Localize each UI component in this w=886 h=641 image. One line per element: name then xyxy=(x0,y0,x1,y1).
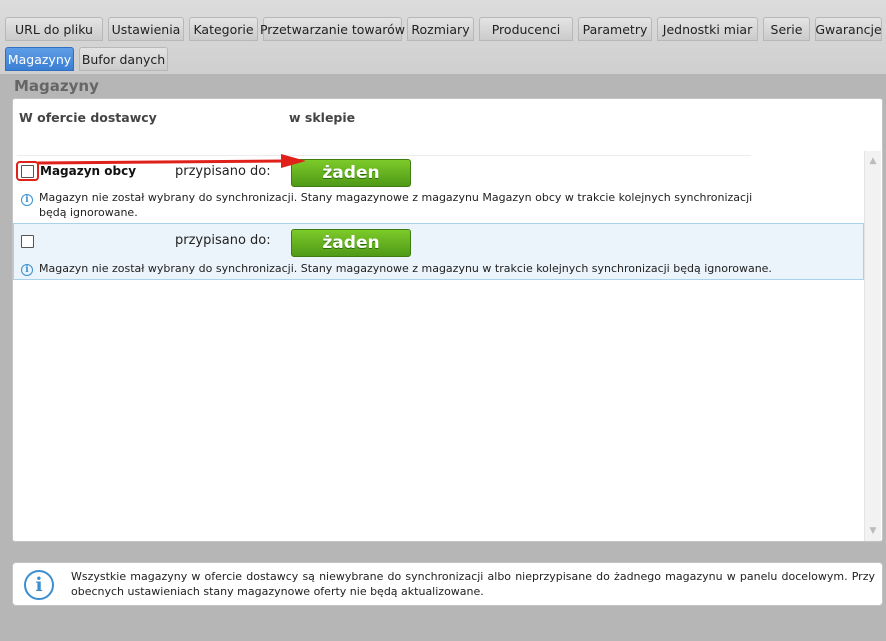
assigned-label: przypisano do: xyxy=(175,233,271,248)
header-supplier: W ofercie dostawcy xyxy=(19,110,157,125)
tab-ustawienia[interactable]: Ustawienia xyxy=(108,17,184,41)
tab-przetwarzanie-towarow[interactable]: Przetwarzanie towarów xyxy=(260,17,405,41)
footer-info-box: i Wszystkie magazyny w ofercie dostawcy … xyxy=(12,562,883,606)
warehouses-panel: W ofercie dostawcy w sklepie Magazyn obc… xyxy=(12,98,883,542)
warehouse-checkbox[interactable] xyxy=(21,165,34,178)
header-shop: w sklepie xyxy=(289,110,356,125)
tab-serie[interactable]: Serie xyxy=(763,17,810,41)
red-arrow-annotation xyxy=(38,154,306,168)
scroll-up-icon[interactable]: ▲ xyxy=(865,153,881,169)
warehouse-row: przypisano do: żaden i Magazyn nie zosta… xyxy=(13,223,864,280)
tab-parametry[interactable]: Parametry xyxy=(578,17,652,41)
info-icon: i xyxy=(21,264,33,276)
tab-url-do-pliku[interactable]: URL do pliku xyxy=(5,17,103,41)
tab-bar: URL do pliku Ustawienia Kategorie Przetw… xyxy=(0,0,886,74)
tab-producenci[interactable]: Producenci xyxy=(479,17,573,41)
assign-warehouse-button[interactable]: żaden xyxy=(291,229,411,257)
assign-warehouse-button[interactable]: żaden xyxy=(291,159,411,187)
section-title: Magazyny xyxy=(14,77,99,95)
tab-bufor-danych[interactable]: Bufor danych xyxy=(79,47,168,71)
tab-gwarancje[interactable]: Gwarancje xyxy=(815,17,882,41)
info-icon: i xyxy=(21,194,33,206)
vertical-scrollbar[interactable]: ▲ ▼ xyxy=(864,151,881,541)
tab-magazyny[interactable]: Magazyny xyxy=(5,47,74,71)
row-info-message: Magazyn nie został wybrany do synchroniz… xyxy=(39,191,753,219)
footer-message: Wszystkie magazyny w ofercie dostawcy są… xyxy=(71,570,875,598)
row-info-message: Magazyn nie został wybrany do synchroniz… xyxy=(39,262,772,275)
tab-jednostki-miar[interactable]: Jednostki miar xyxy=(657,17,758,41)
tab-rozmiary[interactable]: Rozmiary xyxy=(407,17,474,41)
tab-kategorie[interactable]: Kategorie xyxy=(189,17,258,41)
info-icon: i xyxy=(24,570,54,600)
scroll-down-icon[interactable]: ▼ xyxy=(865,523,881,539)
warehouse-checkbox[interactable] xyxy=(21,235,34,248)
